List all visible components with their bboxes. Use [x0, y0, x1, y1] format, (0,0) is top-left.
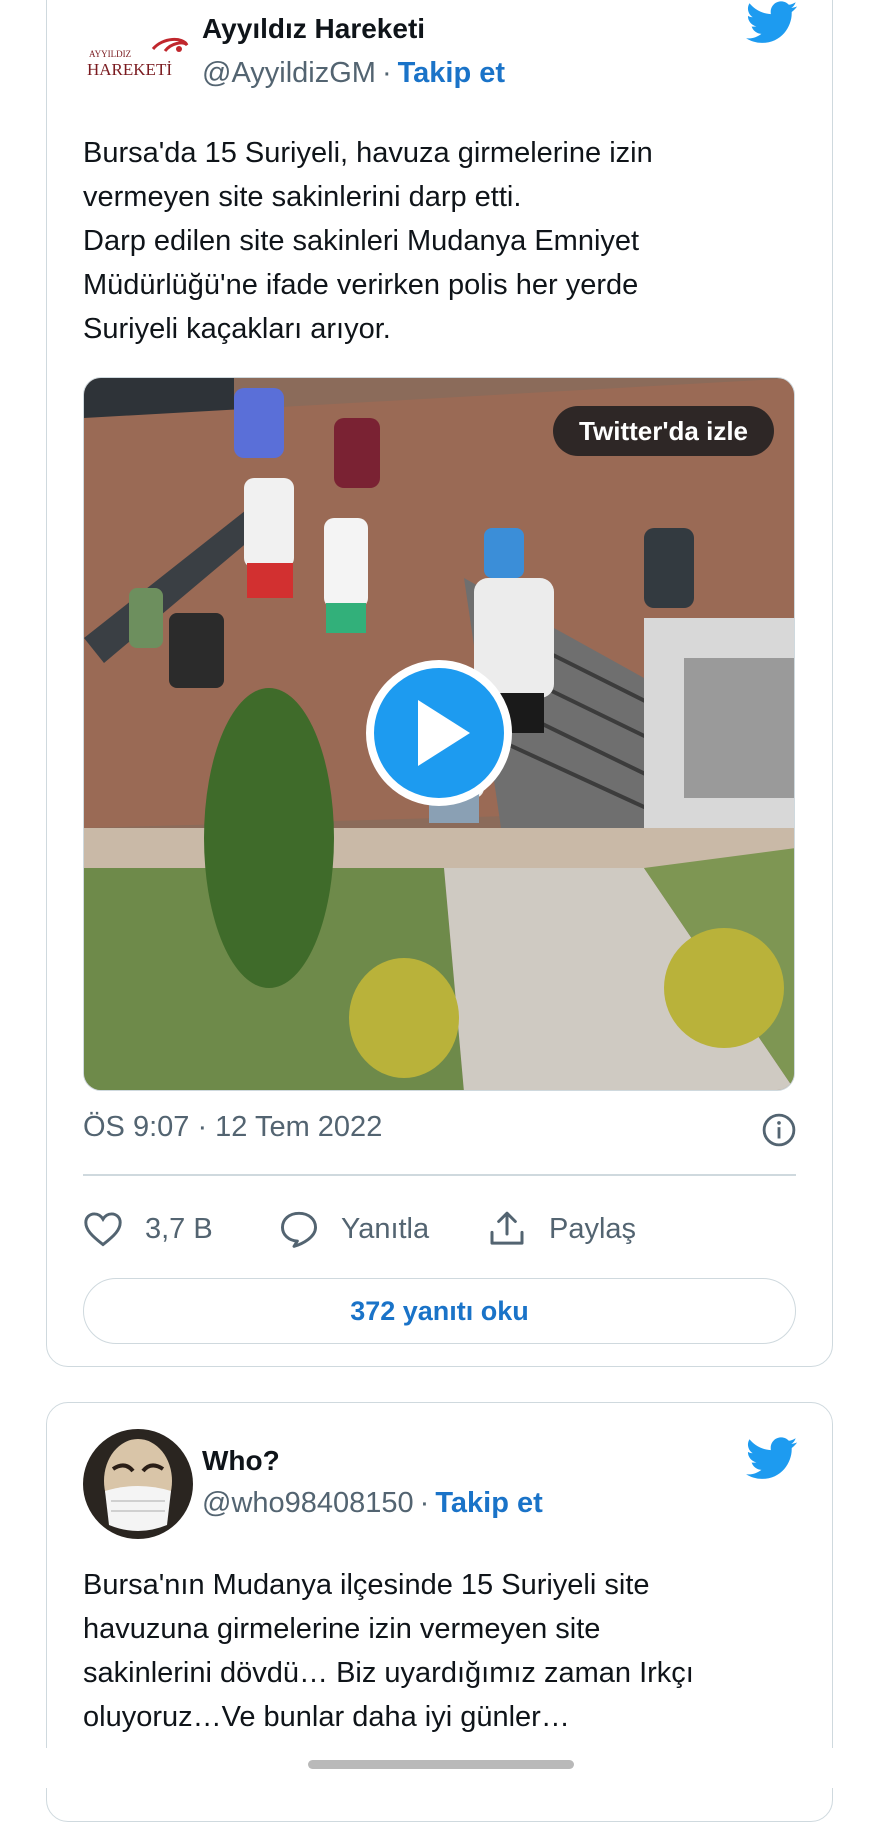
like-count: 3,7 B	[145, 1212, 213, 1245]
tweet-text-line: Bursa'nın Mudanya ilçesinde 15 Suriyeli …	[83, 1569, 650, 1601]
tweet-text-line: Müdürlüğü'ne ifade verirken polis her ye…	[83, 269, 639, 301]
follow-button[interactable]: Takip et	[435, 1487, 542, 1519]
share-upload-icon	[490, 1211, 524, 1245]
tweet-text-line: sakinlerini dövdü… Biz uyardığımız zaman…	[83, 1657, 694, 1689]
share-label: Paylaş	[549, 1212, 637, 1245]
tweet-text: Bursa'nın Mudanya ilçesinde 15 Suriyeli …	[83, 1563, 783, 1739]
reply-button[interactable]: Yanıtla	[279, 1204, 429, 1254]
reply-label: Yanıtla	[341, 1212, 430, 1245]
tweet-timestamp[interactable]: ÖS 9:07 · 12 Tem 2022	[83, 1111, 382, 1144]
watch-on-twitter-button[interactable]: Twitter'da izle	[553, 406, 774, 456]
avatar[interactable]	[83, 1429, 193, 1539]
separator-dot: ·	[381, 57, 392, 89]
share-button[interactable]: Paylaş	[487, 1204, 636, 1254]
divider	[83, 1174, 796, 1176]
tweet-card-1[interactable]: AYYILDIZ HAREKETİ Ayyıldız Hareketi @Ayy…	[46, 0, 833, 1367]
svg-text:HAREKETİ: HAREKETİ	[87, 60, 172, 79]
twitter-bird-icon[interactable]	[746, 1, 798, 45]
tweet-text-line: Bursa'da 15 Suriyeli, havuza girmelerine…	[83, 137, 653, 169]
tweet-text-line: oluyoruz…Ve bunlar daha iyi günler…	[83, 1701, 570, 1733]
svg-text:AYYILDIZ: AYYILDIZ	[89, 49, 131, 59]
tweet-text-line: Suriyeli kaçakları arıyor.	[83, 313, 391, 345]
info-icon[interactable]	[762, 1113, 796, 1147]
author-handle-row: @who98408150 · Takip et	[202, 1487, 543, 1520]
ayyildiz-hareketi-logo-icon: AYYILDIZ HAREKETİ	[87, 38, 189, 79]
read-replies-button[interactable]: 372 yanıtı oku	[83, 1278, 796, 1344]
heart-icon	[84, 1212, 122, 1247]
video-thumbnail[interactable]: Twitter'da izle	[83, 377, 795, 1091]
play-button[interactable]	[366, 660, 512, 806]
tweet-text-line: Darp edilen site sakinleri Mudanya Emniy…	[83, 225, 640, 257]
tweet-text: Bursa'da 15 Suriyeli, havuza girmelerine…	[83, 131, 783, 351]
home-indicator-bar[interactable]	[308, 1760, 574, 1769]
author-handle[interactable]: @who98408150	[202, 1487, 414, 1519]
reply-bubble-icon	[280, 1211, 318, 1248]
masked-person-avatar-icon	[83, 1429, 193, 1539]
tweet-text-line: vermeyen site sakinlerini darp etti.	[83, 181, 522, 213]
play-icon	[418, 700, 470, 766]
separator-dot: ·	[419, 1487, 430, 1519]
like-button[interactable]: 3,7 B	[83, 1204, 213, 1254]
author-handle-row: @AyyildizGM · Takip et	[202, 57, 505, 90]
author-handle[interactable]: @AyyildizGM	[202, 57, 376, 89]
author-name[interactable]: Who?	[202, 1445, 280, 1477]
tweet-text-line: havuzuna girmelerine izin vermeyen site	[83, 1613, 601, 1645]
follow-button[interactable]: Takip et	[398, 57, 505, 89]
avatar[interactable]: AYYILDIZ HAREKETİ	[83, 31, 193, 95]
twitter-bird-icon[interactable]	[746, 1437, 798, 1481]
author-name[interactable]: Ayyıldız Hareketi	[202, 13, 425, 45]
